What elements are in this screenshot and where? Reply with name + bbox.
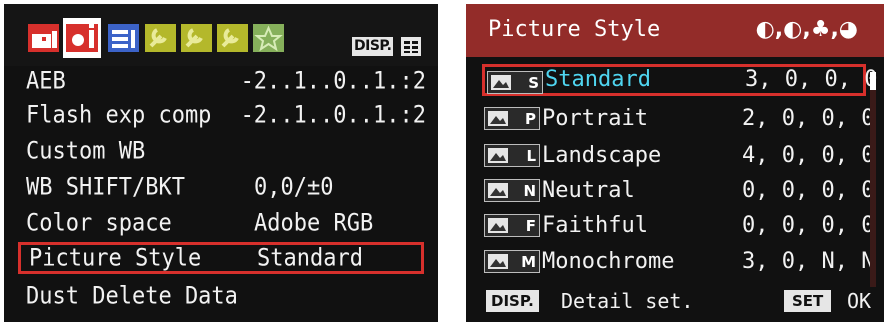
scrollbar-thumb[interactable] (870, 72, 876, 90)
style-code-badge: N (484, 179, 540, 202)
picture-style-icon (491, 75, 511, 90)
style-name: Monochrome (542, 249, 675, 274)
style-row-neutral[interactable]: N Neutral 0, 0, 0, 0 (482, 175, 874, 207)
wrench-icon (217, 24, 248, 52)
picture-style-icon (488, 148, 508, 163)
menu-item-dust-delete-data[interactable]: Dust Delete Data (4, 280, 438, 312)
style-values: 0, 0, 0, 0 (742, 178, 875, 203)
picture-style-header: Picture Style ◐,◐,♣,◕ (466, 4, 884, 57)
style-values: 3, 0, N, N (742, 249, 875, 274)
picture-style-icon (488, 183, 508, 198)
menu-item-value: 0,0/±0 (254, 174, 334, 201)
style-values: 0, 0, 0, 0 (742, 213, 875, 238)
style-code-badge: S (487, 71, 543, 94)
picture-style-icon (488, 254, 508, 269)
camera-menu-panel: DISP. AEB -2..1..0..1.:2 Flash exp comp … (4, 4, 438, 322)
setup-menu-3-tab[interactable] (217, 24, 248, 52)
wrench-icon (181, 24, 212, 52)
style-row-standard[interactable]: S Standard 3, 0, 0, 0 (482, 64, 877, 96)
style-code-badge: L (484, 144, 540, 167)
shooting-menu-1-tab[interactable] (28, 24, 59, 52)
style-row-faithful[interactable]: F Faithful 0, 0, 0, 0 (482, 210, 874, 242)
style-code-badge: M (484, 250, 540, 273)
exposure-scale-value: -2..1..0..1.:2 (240, 102, 426, 129)
list-view-icon (401, 37, 421, 56)
menu-item-color-space[interactable]: Color space Adobe RGB (4, 207, 438, 239)
menu-item-flash-exp-comp[interactable]: Flash exp comp -2..1..0..1.:2 (4, 99, 438, 131)
picture-style-icon (488, 218, 508, 233)
menu-item-value: Standard (257, 245, 363, 272)
style-name: Standard (545, 67, 651, 92)
style-values: 2, 0, 0, 0 (742, 106, 875, 131)
menu-item-label: Color space (26, 210, 172, 237)
menu-item-label: WB SHIFT/BKT (26, 174, 185, 201)
setup-menu-2-tab[interactable] (181, 24, 212, 52)
playback-menu-tab[interactable] (108, 24, 139, 52)
picture-style-icon (488, 111, 508, 126)
shooting-menu-2-tab[interactable] (63, 18, 101, 58)
parameter-icons: ◐,◐,♣,◕ (755, 17, 858, 42)
camera-icon (63, 18, 101, 58)
picture-style-panel: Picture Style ◐,◐,♣,◕ S Standard 3, 0, 0… (466, 4, 884, 322)
wrench-icon (145, 24, 176, 52)
playback-icon (108, 24, 139, 52)
style-row-landscape[interactable]: L Landscape 4, 0, 0, 0 (482, 140, 874, 172)
set-button[interactable]: SET (784, 290, 832, 312)
style-code-badge: P (484, 107, 540, 130)
disp-button-label: DISP. (352, 37, 394, 56)
star-icon (253, 24, 284, 52)
menu-item-aeb[interactable]: AEB -2..1..0..1.:2 (4, 65, 438, 97)
style-name: Neutral (542, 178, 635, 203)
camera-icon (28, 24, 59, 52)
style-name: Faithful (542, 213, 648, 238)
my-menu-tab[interactable] (253, 24, 284, 52)
menu-item-label: Flash exp comp (26, 102, 212, 129)
scrollbar-track[interactable] (870, 72, 876, 287)
menu-tab-bar: DISP. (4, 4, 438, 66)
menu-item-label: AEB (26, 68, 66, 95)
style-row-monochrome[interactable]: M Monochrome 3, 0, N, N (482, 246, 874, 278)
style-name: Portrait (542, 106, 648, 131)
menu-item-label: Picture Style (29, 245, 202, 272)
style-name: Landscape (542, 143, 662, 168)
ok-label: OK (847, 289, 872, 313)
menu-item-value: Adobe RGB (254, 210, 374, 237)
setup-menu-1-tab[interactable] (145, 24, 176, 52)
style-row-portrait[interactable]: P Portrait 2, 0, 0, 0 (482, 103, 874, 135)
exposure-scale-value: -2..1..0..1.:2 (240, 68, 426, 95)
style-values: 3, 0, 0, 0 (745, 67, 878, 92)
disp-button[interactable]: DISP. (486, 290, 539, 312)
menu-item-label: Dust Delete Data (26, 283, 238, 310)
style-values: 4, 0, 0, 0 (742, 143, 875, 168)
menu-item-wb-shift-bkt[interactable]: WB SHIFT/BKT 0,0/±0 (4, 171, 438, 203)
page-title: Picture Style (488, 17, 661, 42)
menu-item-custom-wb[interactable]: Custom WB (4, 135, 438, 167)
menu-item-label: Custom WB (26, 138, 146, 165)
menu-item-picture-style[interactable]: Picture Style Standard (18, 242, 424, 274)
detail-set-label: Detail set. (561, 289, 694, 313)
style-code-badge: F (484, 214, 540, 237)
